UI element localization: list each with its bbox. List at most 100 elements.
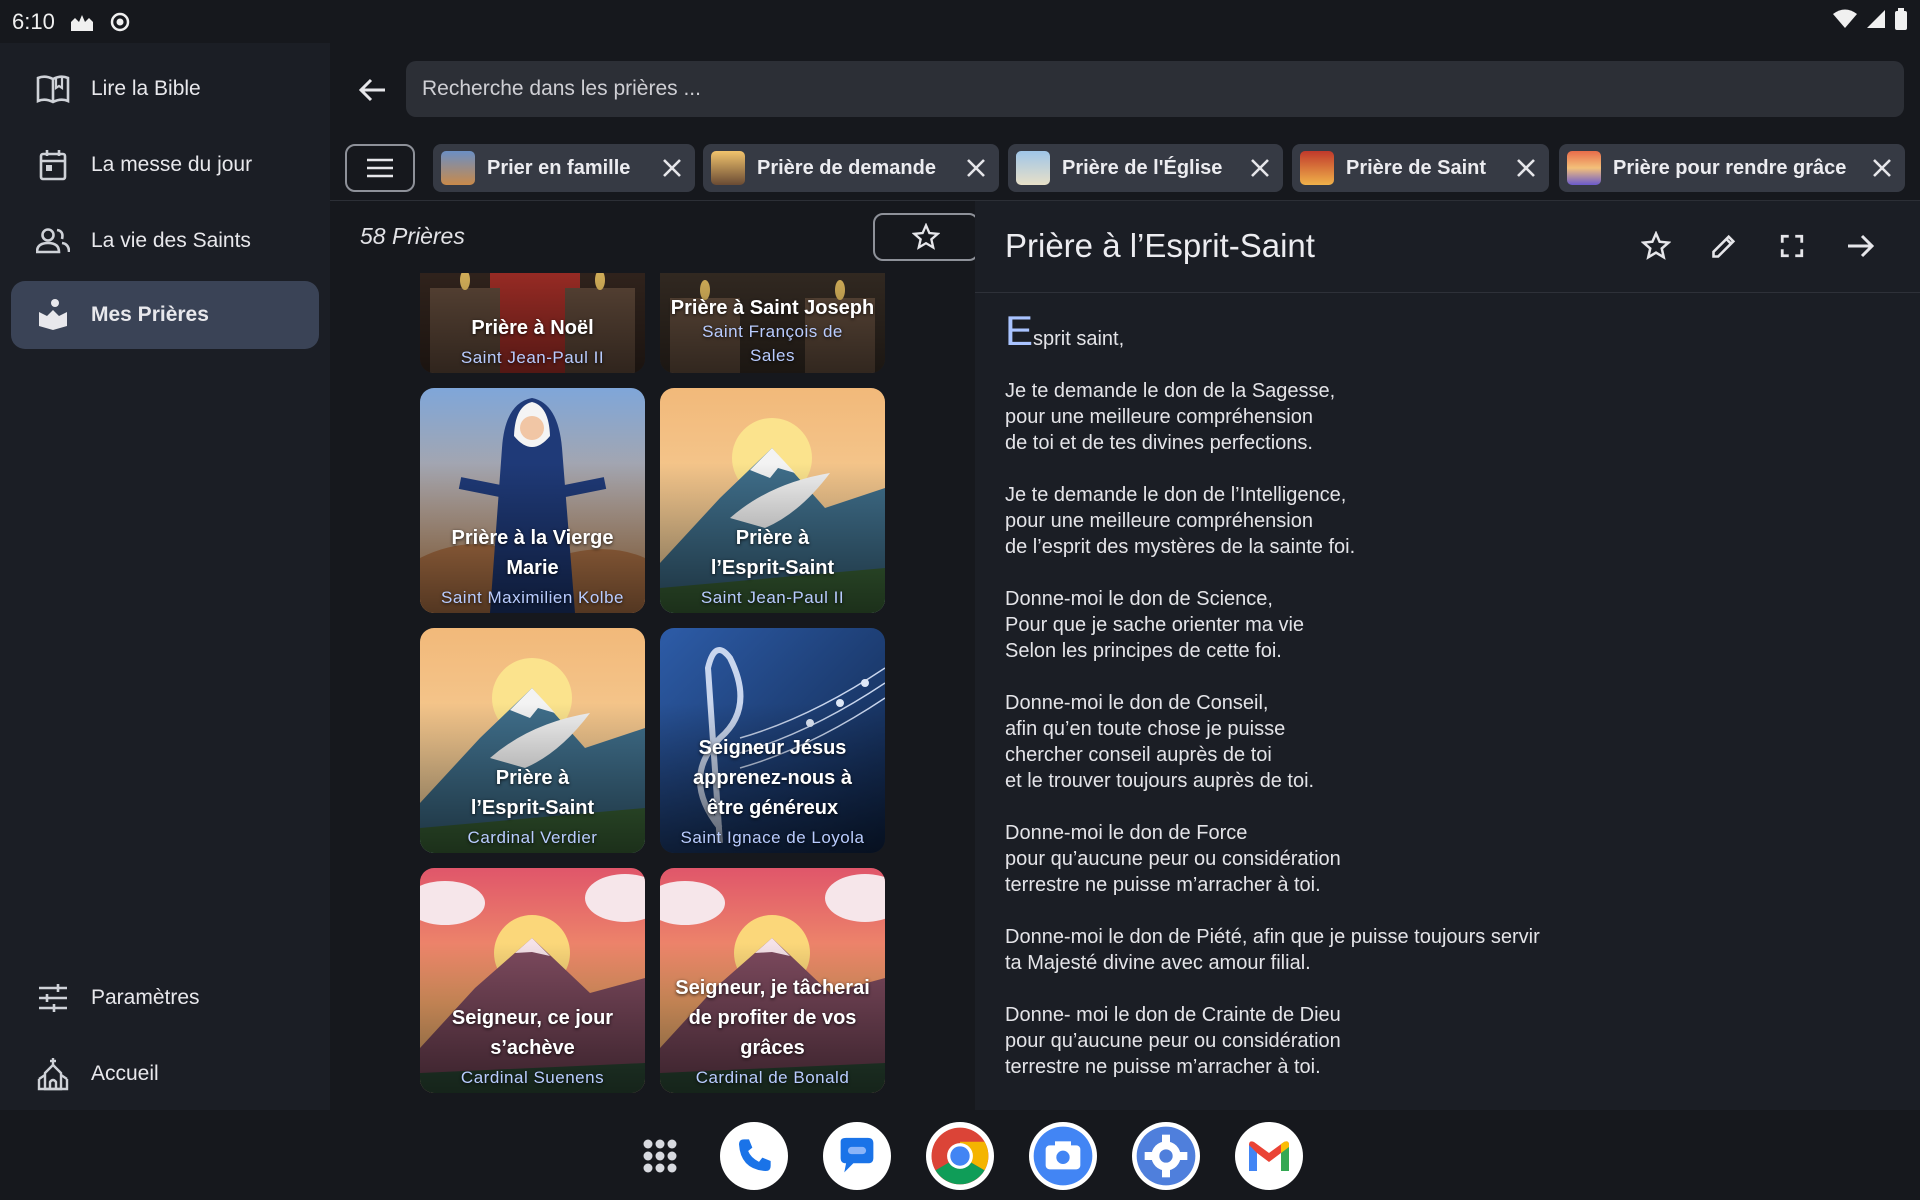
card-author: Cardinal Verdier: [467, 828, 598, 847]
settings-icon[interactable]: [1132, 1122, 1200, 1190]
prayer-paragraph: Donne-moi le don de Piété, afin que je p…: [1005, 926, 1540, 974]
card-author: Saint Maximilien Kolbe: [441, 588, 624, 607]
phone-icon[interactable]: [720, 1122, 788, 1190]
messages-icon[interactable]: [823, 1122, 891, 1190]
favorite-button[interactable]: [1633, 223, 1679, 269]
prayer-card[interactable]: Prière à l’Esprit-Saint Saint Jean-Paul …: [660, 388, 885, 613]
chip-label: Prière de Saint: [1346, 156, 1487, 179]
close-icon[interactable]: [961, 153, 991, 183]
drop-cap: E: [1005, 307, 1034, 354]
status-bar: 6:10: [0, 0, 1920, 43]
card-author: Saint Jean-Paul II: [700, 588, 845, 607]
prayer-paragraph: Donne-moi le don de Conseil, afin qu’en …: [1005, 692, 1315, 792]
fullscreen-button[interactable]: [1769, 223, 1815, 269]
prayer-paragraph: Donne- moi le don de Crainte de Dieu pou…: [1005, 1004, 1341, 1078]
fullscreen-icon: [1780, 234, 1804, 258]
card-title: Seigneur, je tâcherai de profiter de vos…: [675, 977, 870, 1059]
detail-header: Prière à l’Esprit-Saint: [975, 201, 1920, 293]
prayer-list-pane: 58 Prières Prière à Noël Saint Jean-Paul…: [330, 201, 979, 1110]
chip-thumbnail: [441, 151, 475, 185]
prayer-opening: Esprit saint,: [1005, 310, 1885, 352]
nav-label: La messe du jour: [91, 153, 253, 176]
arrow-right-icon: [1848, 234, 1874, 258]
calendar-icon: [35, 147, 71, 183]
prayer-text: Esprit saint, Je te demande le don de la…: [1005, 310, 1885, 1106]
chrome-icon[interactable]: [926, 1122, 994, 1190]
chip-label: Prière de l'Église: [1062, 156, 1223, 179]
filter-chip-priere-de-l-eglise[interactable]: Prière de l'Église: [1008, 144, 1283, 192]
opening-text: sprit saint,: [1033, 328, 1125, 350]
church-icon: [35, 1056, 71, 1092]
prayer-count: 58 Prières: [360, 223, 465, 249]
nav-item-parametres[interactable]: Paramètres: [11, 964, 319, 1032]
prayer-paragraph: Je te demande le don de la Sagesse, pour…: [1005, 380, 1336, 454]
card-title: Prière à Saint Joseph: [670, 297, 875, 319]
prayer-card[interactable]: Prière à l’Esprit-Saint Cardinal Verdier: [420, 628, 645, 853]
prayer-card[interactable]: Prière à Noël Saint Jean-Paul II: [420, 273, 645, 373]
nav-item-mes-prieres[interactable]: Mes Prières: [11, 281, 319, 349]
star-outline-icon: [1641, 231, 1671, 260]
prayer-card[interactable]: Seigneur, je tâcherai de profiter de vos…: [660, 868, 885, 1093]
detail-title: Prière à l’Esprit-Saint: [1005, 227, 1315, 264]
card-title: Prière à l’Esprit-Saint: [710, 527, 835, 579]
arrow-left-icon: [359, 78, 385, 102]
chip-thumbnail: [1016, 151, 1050, 185]
close-icon[interactable]: [1867, 153, 1897, 183]
hamburger-menu-icon: [367, 158, 393, 178]
status-time: 6:10: [12, 8, 55, 34]
people-icon: [35, 223, 71, 259]
camera-icon[interactable]: [1029, 1122, 1097, 1190]
gmail-icon[interactable]: [1235, 1122, 1303, 1190]
card-author: Saint Ignace de Loyola: [680, 828, 865, 847]
main-content: Prier en famille Prière de demande Prièr…: [330, 43, 1920, 1110]
filter-chip-priere-pour-rendre-grace[interactable]: Prière pour rendre grâce: [1559, 144, 1905, 192]
sync-notification-icon: [107, 11, 133, 33]
chip-label: Prière de demande: [757, 156, 936, 179]
card-author: Cardinal Suenens: [460, 1068, 605, 1087]
chip-thumbnail: [1300, 151, 1334, 185]
nav-item-la-messe-du-jour[interactable]: La messe du jour: [11, 131, 319, 199]
prayer-card[interactable]: Seigneur Jésus apprenez-nous à être géné…: [660, 628, 885, 853]
filter-chip-priere-de-demande[interactable]: Prière de demande: [703, 144, 999, 192]
close-icon[interactable]: [1245, 153, 1275, 183]
chip-thumbnail: [1567, 151, 1601, 185]
pencil-icon: [1712, 234, 1736, 258]
card-title: Prière à l’Esprit-Saint: [470, 767, 595, 819]
filter-chip-prier-en-famille[interactable]: Prier en famille: [433, 144, 695, 192]
close-icon[interactable]: [657, 153, 687, 183]
nav-label: La vie des Saints: [91, 229, 251, 252]
search-input[interactable]: [422, 77, 1904, 101]
apps-grid-icon[interactable]: [626, 1122, 694, 1190]
battery-icon: [1894, 7, 1908, 36]
edit-button[interactable]: [1701, 223, 1747, 269]
back-button[interactable]: [350, 67, 396, 113]
chip-label: Prier en famille: [487, 156, 631, 179]
next-button[interactable]: [1837, 223, 1883, 269]
prayer-card[interactable]: Prière à la Vierge Marie Saint Maximilie…: [420, 388, 645, 613]
nav-item-accueil[interactable]: Accueil: [11, 1040, 319, 1108]
prayer-paragraph: Donne-moi le don de Force pour qu’aucune…: [1005, 822, 1341, 896]
search-bar[interactable]: [406, 61, 1904, 117]
filter-menu-button[interactable]: [345, 144, 415, 192]
book-open-icon: [35, 71, 71, 107]
card-author: Saint François de Sales: [702, 322, 843, 365]
filter-chip-priere-de-saint[interactable]: Prière de Saint: [1292, 144, 1549, 192]
nav-item-la-vie-des-saints[interactable]: La vie des Saints: [11, 207, 319, 275]
prayer-grid: Prière à Noël Saint Jean-Paul II Prière …: [330, 273, 975, 1110]
navigation-drawer: Lire la Bible La messe du jour La vie de…: [0, 43, 330, 1110]
prayer-card[interactable]: Seigneur, ce jour s’achève Cardinal Suen…: [420, 868, 645, 1093]
nav-label: Lire la Bible: [91, 77, 201, 100]
nav-label: Accueil: [91, 1062, 159, 1085]
card-title: Prière à la Vierge Marie: [451, 527, 614, 579]
card-author: Saint Jean-Paul II: [460, 348, 605, 367]
wifi-icon: [1832, 9, 1858, 35]
nav-item-lire-la-bible[interactable]: Lire la Bible: [11, 55, 319, 123]
favorites-filter-button[interactable]: [873, 213, 979, 261]
prayer-card[interactable]: Prière à Saint Joseph Saint François de …: [660, 273, 885, 373]
card-title: Prière à Noël: [471, 317, 594, 339]
chip-thumbnail: [711, 151, 745, 185]
prayer-detail-pane: Prière à l’Esprit-Saint Esprit saint, Je…: [975, 201, 1920, 1110]
close-icon[interactable]: [1511, 153, 1541, 183]
taskbar: [0, 1110, 1920, 1200]
card-author: Cardinal de Bonald: [695, 1068, 850, 1087]
